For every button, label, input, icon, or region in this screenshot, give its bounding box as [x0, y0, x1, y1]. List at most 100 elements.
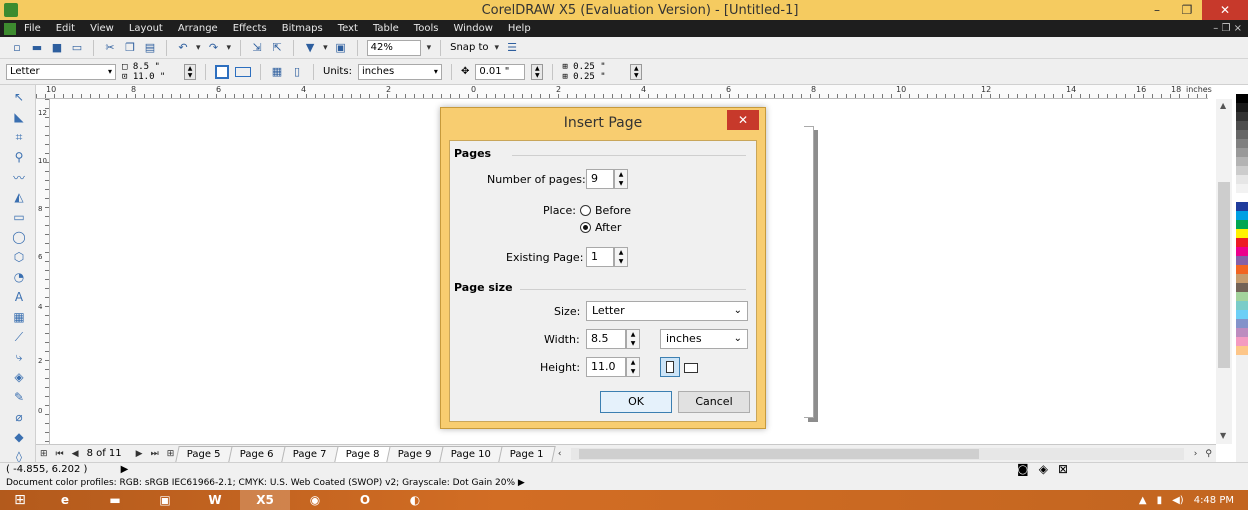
existing-page-input[interactable]: 1 [586, 247, 614, 267]
previous-page-icon[interactable]: ◀ [72, 449, 79, 459]
color-swatch[interactable] [1236, 274, 1248, 283]
menu-text[interactable]: Text [338, 23, 358, 34]
menu-window[interactable]: Window [453, 23, 492, 34]
volume-icon[interactable]: ◀) [1172, 495, 1184, 506]
color-swatch[interactable] [1236, 112, 1248, 121]
rectangle-tool-icon[interactable]: ▭ [11, 209, 27, 225]
open-folder-icon[interactable]: ▬ [30, 41, 44, 55]
color-swatch[interactable] [1236, 94, 1248, 103]
scroll-thumb[interactable] [1218, 182, 1230, 368]
vertical-ruler[interactable]: 12 10 8 6 4 2 0 [36, 99, 50, 444]
file-explorer-icon[interactable]: ▬ [90, 490, 140, 510]
place-before-label[interactable]: Before [595, 204, 631, 217]
number-of-pages-input[interactable]: 9 [586, 169, 614, 189]
next-page-icon[interactable]: ▶ [136, 449, 143, 459]
horizontal-scrollbar[interactable] [571, 447, 1184, 460]
width-input[interactable]: 8.5 [586, 329, 626, 349]
chrome-icon[interactable]: ◉ [290, 490, 340, 510]
word-icon[interactable]: W [190, 490, 240, 510]
menu-help[interactable]: Help [508, 23, 531, 34]
ellipse-tool-icon[interactable]: ◯ [11, 229, 27, 245]
tab-page-5[interactable]: Page 5 [175, 445, 233, 462]
cancel-button[interactable]: Cancel [678, 391, 750, 413]
color-swatch[interactable] [1236, 328, 1248, 337]
freehand-tool-icon[interactable]: 〰 [11, 169, 27, 185]
fill-tool-icon[interactable]: ◆ [11, 429, 27, 445]
coreldraw-app-icon[interactable] [4, 3, 18, 17]
tray-arrow-icon[interactable]: ▲ [1139, 495, 1147, 506]
place-after-label[interactable]: After [595, 221, 621, 234]
current-page-icon[interactable]: ▯ [290, 65, 304, 79]
last-page-icon[interactable]: ⏭ [151, 449, 159, 459]
redo-icon[interactable]: ↷ [207, 41, 221, 55]
print-icon[interactable]: ▭ [70, 41, 84, 55]
document-icon[interactable] [4, 22, 16, 35]
units-select[interactable]: inches ⌄ [660, 329, 748, 349]
document-page[interactable] [804, 126, 814, 418]
menu-edit[interactable]: Edit [56, 23, 75, 34]
color-swatch[interactable] [1236, 292, 1248, 301]
paper-size-select[interactable]: Letter ▾ [6, 63, 116, 80]
connector-tool-icon[interactable]: ⤷ [11, 349, 27, 365]
polygon-tool-icon[interactable]: ⬡ [11, 249, 27, 265]
windows-start-icon[interactable]: ⊞ [0, 490, 40, 510]
first-page-icon[interactable]: ⏮ [56, 449, 64, 459]
menu-tools[interactable]: Tools [414, 23, 439, 34]
color-swatch[interactable] [1236, 310, 1248, 319]
width-spinner[interactable]: ▲ ▼ [626, 329, 640, 349]
color-swatch[interactable] [1236, 238, 1248, 247]
color-swatch[interactable] [1236, 211, 1248, 220]
color-swatch[interactable] [1236, 121, 1248, 130]
color-swatch[interactable] [1236, 166, 1248, 175]
add-page-before-icon[interactable]: ⊞ [40, 449, 48, 459]
all-pages-icon[interactable]: ▦ [270, 65, 284, 79]
portrait-button[interactable] [660, 357, 680, 377]
color-swatch[interactable] [1236, 157, 1248, 166]
pick-tool-icon[interactable]: ↖ [11, 89, 27, 105]
restore-button[interactable]: ❐ [1172, 0, 1202, 20]
color-swatch[interactable] [1236, 247, 1248, 256]
place-before-radio[interactable] [580, 205, 591, 216]
dimension-spinner[interactable]: ▲ ▼ [184, 63, 196, 80]
crop-tool-icon[interactable]: ⌗ [11, 129, 27, 145]
camera-icon[interactable]: ◙ [1017, 462, 1029, 476]
menu-layout[interactable]: Layout [129, 23, 163, 34]
nudge-spinner[interactable]: ▲ ▼ [531, 63, 544, 80]
close-window-button[interactable]: ✕ [1202, 0, 1248, 20]
save-icon[interactable]: ■ [50, 41, 64, 55]
minimize-button[interactable]: – [1142, 0, 1172, 20]
outline-tool-icon[interactable]: ⌀ [11, 409, 27, 425]
zoom-tool-icon[interactable]: ⚲ [11, 149, 27, 165]
clock[interactable]: 4:48 PM [1194, 495, 1234, 506]
basic-shapes-tool-icon[interactable]: ◔ [11, 269, 27, 285]
snap-dropdown-icon[interactable]: ▾ [495, 43, 500, 53]
color-swatch[interactable] [1236, 346, 1248, 355]
scroll-left-icon[interactable]: ‹ [558, 449, 562, 459]
export-icon[interactable]: ⇱ [270, 41, 284, 55]
units-select[interactable]: inches ▾ [357, 63, 442, 80]
color-swatch[interactable] [1236, 229, 1248, 238]
scroll-down-icon[interactable]: ▼ [1220, 431, 1226, 440]
landscape-orientation-icon[interactable] [235, 66, 251, 77]
tab-page-10[interactable]: Page 10 [439, 445, 503, 462]
color-swatch[interactable] [1236, 148, 1248, 157]
cut-icon[interactable]: ✂ [103, 41, 117, 55]
zoom-level-select[interactable]: 42% [366, 39, 421, 56]
number-of-pages-spinner[interactable]: ▲ ▼ [614, 169, 628, 189]
coreldraw-taskbar-icon[interactable]: X5 [240, 490, 290, 510]
fill-bucket-icon[interactable]: ◈ [1039, 462, 1048, 476]
options-icon[interactable]: ☰ [505, 41, 519, 55]
status-arrow-icon[interactable]: ▶ [121, 464, 129, 475]
snap-to-button[interactable]: Snap to [450, 42, 488, 53]
duplicate-spinner[interactable]: ▲ ▼ [630, 63, 643, 80]
shape-tool-icon[interactable]: ◣ [11, 109, 27, 125]
store-icon[interactable]: ▣ [140, 490, 190, 510]
import-icon[interactable]: ⇲ [250, 41, 264, 55]
color-swatch[interactable] [1236, 175, 1248, 184]
color-swatch[interactable] [1236, 265, 1248, 274]
paste-icon[interactable]: ▤ [143, 41, 157, 55]
page-dimensions[interactable]: □ 8.5 " ⊡ 11.0 " [122, 62, 178, 82]
existing-page-spinner[interactable]: ▲ ▼ [614, 247, 628, 267]
scroll-up-icon[interactable]: ▲ [1220, 101, 1226, 110]
color-swatch[interactable] [1236, 337, 1248, 346]
